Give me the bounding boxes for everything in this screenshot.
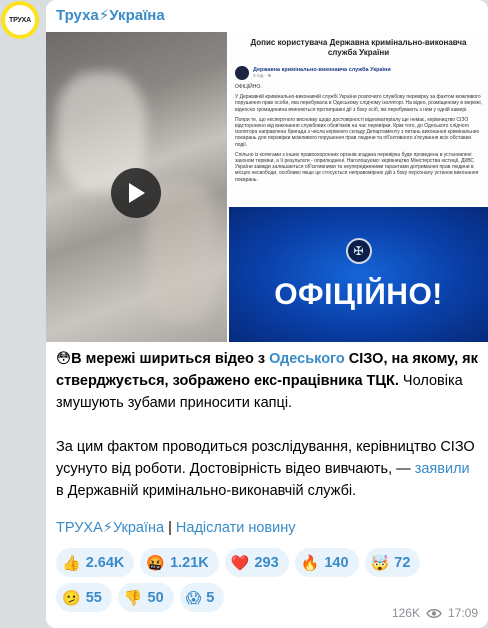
play-icon [129, 183, 145, 203]
reaction-thumbs-down[interactable]: 👎 50 [117, 583, 174, 612]
emblem-icon: ✠ [345, 237, 372, 264]
reaction-count: 293 [254, 554, 279, 571]
channel-avatar[interactable]: ТРУХА [1, 1, 39, 39]
reaction-scream[interactable]: 😱 5 [179, 583, 225, 612]
post-text: 😳В мережі шириться відео з Одеського СІЗ… [56, 348, 481, 502]
angry-face-icon: 🤬 [146, 554, 166, 572]
heart-icon: ❤️ [230, 554, 250, 572]
odesa-link[interactable]: Одеського [269, 351, 345, 367]
doc-paragraph-3: Спільно із колегами з інших правоохоронн… [235, 151, 479, 183]
official-banner-text: ОФІЦІЙНО! [274, 277, 443, 311]
scream-face-icon: 😱 [185, 589, 202, 607]
reaction-count: 55 [85, 589, 102, 606]
media-album: Допис користувача Державна кримінально-в… [46, 32, 488, 342]
document-screenshot[interactable]: Допис користувача Державна кримінально-в… [229, 32, 488, 205]
doc-heading: ОФІЦІЙНО. [235, 84, 262, 90]
doc-org: Державна кримінально-виконавча служба Ук… [253, 67, 391, 73]
post-paragraph-2: За цим фактом проводиться розслідування,… [56, 436, 481, 502]
reaction-confused[interactable]: 🫤 55 [56, 583, 112, 612]
submit-news-link[interactable]: Надіслати новину [176, 520, 296, 536]
footer-separator: | [164, 520, 176, 536]
avatar-logo-text: ТРУХА [5, 5, 35, 35]
view-count: 126K [391, 606, 420, 620]
org-logo-icon [235, 66, 249, 80]
video-thumbnail[interactable] [46, 32, 227, 342]
thumbs-down-icon: 👎 [123, 589, 143, 607]
reaction-count: 5 [206, 589, 215, 606]
reaction-fire[interactable]: 🔥 140 [294, 548, 359, 577]
channel-footer-link[interactable]: ТРУХА⚡Україна [56, 520, 164, 536]
reaction-count: 2.64K [85, 554, 125, 571]
reaction-heart[interactable]: ❤️ 293 [224, 548, 289, 577]
thumbs-up-icon: 👍 [62, 554, 81, 572]
message-bubble: Труха⚡Україна Допис користувача Державна… [46, 0, 488, 628]
reaction-count: 72 [394, 554, 411, 571]
doc-header: Державна кримінально-виконавча служба Ук… [235, 66, 482, 80]
eye-icon [426, 608, 442, 618]
doc-paragraph-2: Попри те, що експертного висновку щодо д… [235, 116, 480, 148]
doc-body: ОФІЦІЙНО. У Державній кримінально-викона… [235, 84, 482, 183]
post-p2-b: в Державній кримінально-виконавчій служб… [56, 483, 357, 499]
play-button[interactable] [111, 168, 161, 218]
official-banner-image[interactable]: ✠ ОФІЦІЙНО! [229, 207, 488, 342]
mind-blown-icon: 🤯 [370, 554, 390, 572]
reaction-count: 140 [324, 554, 349, 571]
channel-name[interactable]: Труха⚡Україна [56, 6, 165, 24]
doc-time: 3 год · ⊕ [253, 73, 272, 78]
post-paragraph-1: 😳В мережі шириться відео з Одеського СІЗ… [56, 348, 481, 414]
reaction-angry[interactable]: 🤬 1.21K [140, 548, 219, 577]
message-time: 17:09 [447, 606, 478, 620]
reaction-mind-blown[interactable]: 🤯 72 [364, 548, 421, 577]
post-p2-a: За цим фактом проводиться розслідування,… [56, 439, 475, 477]
fire-icon: 🔥 [300, 554, 320, 572]
flushed-emoji-icon: 😳 [56, 351, 72, 367]
post-p1-a: В мережі шириться відео з [71, 351, 270, 367]
doc-paragraph-1: У Державній кримінально-виконавчій служб… [235, 94, 482, 113]
confused-face-icon: 🫤 [62, 589, 81, 607]
reactions-bar: 👍 2.64K 🤬 1.21K ❤️ 293 🔥 140 🤯 72 🫤 55 👎 50 😱 5 [56, 548, 481, 612]
doc-title: Допис користувача Державна кримінально-в… [250, 38, 467, 57]
statement-link[interactable]: заявили [415, 461, 470, 477]
reaction-thumbs-up[interactable]: 👍 2.64K [56, 548, 135, 577]
message-meta: 126K 17:09 [392, 606, 478, 620]
reaction-count: 1.21K [170, 554, 209, 571]
footer-links: ТРУХА⚡Україна | Надіслати новину [56, 520, 295, 536]
reaction-count: 50 [147, 589, 164, 606]
